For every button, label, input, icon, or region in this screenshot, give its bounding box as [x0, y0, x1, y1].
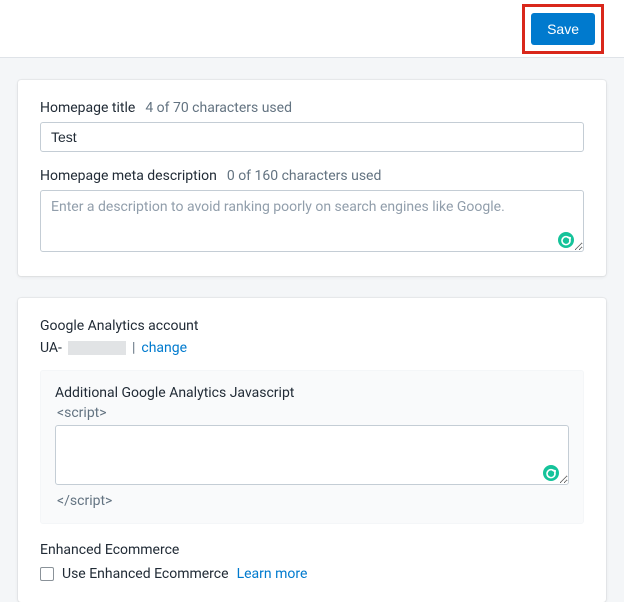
enhanced-ecommerce-heading: Enhanced Ecommerce: [40, 542, 584, 558]
enhanced-ecommerce-row: Use Enhanced Ecommerce Learn more: [40, 566, 584, 582]
pipe-separator: |: [132, 340, 135, 356]
save-button[interactable]: Save: [531, 13, 595, 45]
ga-js-panel: Additional Google Analytics Javascript <…: [40, 370, 584, 524]
ga-account-row: UA- | change: [40, 340, 187, 356]
ga-card: Google Analytics account UA- | change Ad…: [18, 298, 606, 602]
enhanced-ecommerce-label: Use Enhanced Ecommerce: [62, 566, 229, 582]
ga-heading: Google Analytics account: [40, 318, 584, 334]
meta-desc-wrap: [40, 190, 584, 256]
ga-js-heading: Additional Google Analytics Javascript: [55, 385, 569, 401]
seo-card: Homepage title 4 of 70 characters used H…: [18, 80, 606, 276]
ga-js-wrap: [55, 425, 569, 489]
enhanced-ecommerce-checkbox[interactable]: [40, 567, 54, 581]
homepage-title-hint: 4 of 70 characters used: [145, 100, 292, 116]
ga-id-redacted: [68, 341, 126, 355]
homepage-title-label-row: Homepage title 4 of 70 characters used: [40, 100, 584, 116]
grammarly-icon: [543, 465, 559, 481]
script-open-tag: <script>: [57, 405, 567, 421]
grammarly-icon: [558, 232, 574, 248]
script-close-tag: </script>: [57, 493, 567, 509]
homepage-title-input[interactable]: [40, 122, 584, 152]
enhanced-ecommerce-learn-more[interactable]: Learn more: [237, 566, 308, 582]
meta-desc-label-row: Homepage meta description 0 of 160 chara…: [40, 168, 584, 184]
meta-desc-label: Homepage meta description: [40, 168, 217, 184]
ga-prefix: UA-: [40, 340, 62, 356]
ga-js-textarea[interactable]: [55, 425, 569, 485]
topbar: Save: [0, 0, 624, 58]
meta-desc-hint: 0 of 160 characters used: [227, 168, 382, 184]
meta-desc-textarea[interactable]: [40, 190, 584, 252]
ga-change-link[interactable]: change: [141, 340, 187, 356]
save-highlight: Save: [522, 4, 604, 54]
homepage-title-label: Homepage title: [40, 100, 135, 116]
